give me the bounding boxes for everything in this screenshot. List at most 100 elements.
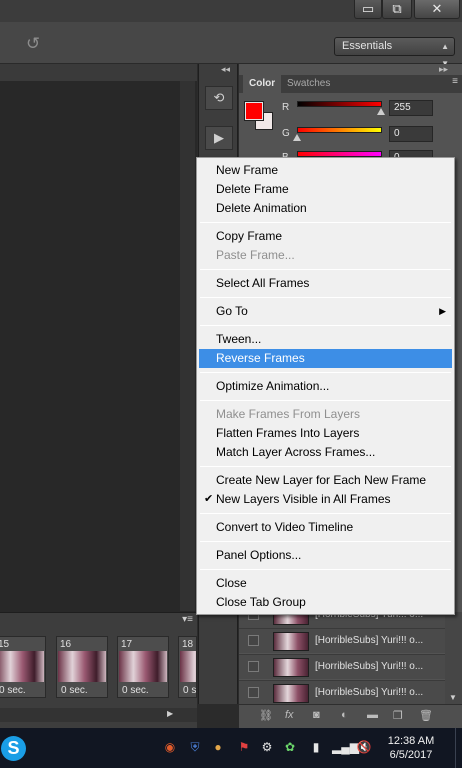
menu-item-select-all-frames[interactable]: Select All Frames bbox=[199, 274, 452, 293]
timeline-menu-icon[interactable]: ▾≡ bbox=[182, 614, 193, 625]
battery-icon[interactable]: ▮ bbox=[308, 739, 324, 755]
frame-number: 17 bbox=[121, 639, 133, 650]
visibility-toggle[interactable] bbox=[248, 687, 259, 698]
trash-icon[interactable]: 🗑 bbox=[419, 709, 433, 722]
clock-date: 6/5/2017 bbox=[389, 749, 433, 761]
menu-item-go-to[interactable]: Go To ▶ bbox=[199, 302, 452, 321]
menu-item-delete-animation[interactable]: Delete Animation bbox=[199, 199, 452, 218]
menu-item-copy-frame[interactable]: Copy Frame bbox=[199, 227, 452, 246]
menu-separator bbox=[200, 400, 451, 401]
frame-delay[interactable]: 0 sec. bbox=[183, 685, 196, 696]
menu-item-label: Tween... bbox=[216, 332, 262, 346]
timeline-scrollbar[interactable]: ▶ bbox=[0, 708, 197, 722]
menu-item-match-layer-across-frames[interactable]: Match Layer Across Frames... bbox=[199, 443, 452, 462]
red-slider-thumb[interactable] bbox=[377, 108, 385, 115]
menu-item-reverse-frames[interactable]: Reverse Frames bbox=[199, 349, 452, 368]
skype-taskbar-button[interactable]: S bbox=[0, 730, 27, 766]
new-layer-icon[interactable]: ❐ bbox=[393, 709, 403, 722]
signal-icon[interactable]: ▂▄▆ bbox=[332, 739, 359, 755]
menu-item-new-frame[interactable]: New Frame bbox=[199, 161, 452, 180]
taskbar-clock[interactable]: 12:38 AM 6/5/2017 bbox=[383, 734, 439, 762]
menu-item-flatten-frames-into-layers[interactable]: Flatten Frames Into Layers bbox=[199, 424, 452, 443]
timeline-frame[interactable]: 15 0 sec. bbox=[0, 636, 46, 698]
green-slider-thumb[interactable] bbox=[293, 134, 301, 141]
frame-thumbnail bbox=[180, 651, 196, 682]
collapse-icon[interactable]: ◂◂ bbox=[221, 64, 230, 75]
close-button[interactable]: ✕ bbox=[414, 0, 460, 19]
timeline-frame[interactable]: 17 0 sec. bbox=[117, 636, 169, 698]
submenu-arrow-icon: ▶ bbox=[439, 306, 446, 316]
menu-item-label: Reverse Frames bbox=[216, 351, 305, 365]
menu-item-new-layers-visible-in-all-frames[interactable]: ✔ New Layers Visible in All Frames bbox=[199, 490, 452, 509]
menu-item-convert-to-video-timeline[interactable]: Convert to Video Timeline bbox=[199, 518, 452, 537]
tray-app-icon[interactable]: ◉ bbox=[162, 739, 178, 755]
layer-style-icon[interactable]: fx bbox=[285, 709, 294, 721]
menu-item-label: Copy Frame bbox=[216, 229, 283, 243]
rotate-view-icon[interactable]: ↺ bbox=[26, 35, 44, 52]
collapse-panel-icon[interactable]: ▸▸ bbox=[439, 64, 448, 75]
layer-name: [HorribleSubs] Yuri!!! o... bbox=[315, 687, 424, 698]
layer-row[interactable]: [HorribleSubs] Yuri!!! o... bbox=[239, 628, 445, 653]
minimize-button[interactable]: ▭ bbox=[354, 0, 382, 19]
panel-menu-icon[interactable]: ≡ bbox=[452, 76, 458, 87]
frame-number: 18 bbox=[182, 639, 194, 650]
menu-separator bbox=[200, 569, 451, 570]
flag-icon[interactable]: ⚑ bbox=[236, 739, 252, 755]
menu-item-delete-frame[interactable]: Delete Frame bbox=[199, 180, 452, 199]
red-slider[interactable] bbox=[297, 101, 382, 107]
show-desktop-button[interactable] bbox=[455, 728, 462, 768]
timeline-frame[interactable]: 18 0 sec. bbox=[178, 636, 197, 698]
frame-thumbnail bbox=[119, 651, 167, 682]
windows-taskbar: S ◉ ⛨ ● ⚑ ⚙ ✿ ▮ ▂▄▆ 🔇 12:38 AM 6/5/2017 bbox=[0, 728, 462, 768]
history-icon[interactable]: ⟲ bbox=[205, 86, 233, 110]
options-bar: ↺ Essentials ▲▼ bbox=[0, 22, 462, 68]
menu-item-close[interactable]: Close bbox=[199, 574, 452, 593]
scroll-down-arrow-icon[interactable]: ▼ bbox=[449, 693, 457, 702]
network-app-icon[interactable]: ✿ bbox=[282, 739, 298, 755]
tab-color[interactable]: Color bbox=[243, 75, 282, 93]
visibility-toggle[interactable] bbox=[248, 635, 259, 646]
adjustment-layer-icon[interactable]: ◐ bbox=[341, 709, 348, 721]
scroll-right-arrow-icon[interactable]: ▶ bbox=[167, 709, 173, 718]
layer-row[interactable]: [HorribleSubs] Yuri!!! o... bbox=[239, 680, 445, 705]
menu-item-label: Match Layer Across Frames... bbox=[216, 445, 376, 459]
add-mask-icon[interactable]: ◙ bbox=[313, 709, 320, 721]
layer-name: [HorribleSubs] Yuri!!! o... bbox=[315, 635, 424, 646]
menu-item-label: Optimize Animation... bbox=[216, 379, 330, 393]
foreground-color-swatch[interactable] bbox=[244, 101, 264, 121]
menu-item-optimize-animation[interactable]: Optimize Animation... bbox=[199, 377, 452, 396]
frame-number: 15 bbox=[0, 639, 10, 650]
green-slider[interactable] bbox=[297, 127, 382, 133]
menu-separator bbox=[200, 297, 451, 298]
new-group-icon[interactable]: ▬ bbox=[367, 709, 378, 721]
menu-item-tween[interactable]: Tween... bbox=[199, 330, 452, 349]
frame-delay[interactable]: 0 sec. bbox=[0, 685, 26, 696]
volume-muted-icon[interactable]: 🔇 bbox=[356, 739, 372, 755]
menu-item-label: Close bbox=[216, 576, 247, 590]
timeline-frame[interactable]: 16 0 sec. bbox=[56, 636, 108, 698]
actions-play-icon[interactable]: ▶ bbox=[205, 126, 233, 150]
menu-item-create-new-layer-for-each-new-frame[interactable]: Create New Layer for Each New Frame bbox=[199, 471, 452, 490]
shield-icon[interactable]: ⛨ bbox=[187, 739, 203, 755]
layer-row[interactable]: [HorribleSubs] Yuri!!! o... bbox=[239, 654, 445, 679]
menu-item-label: Make Frames From Layers bbox=[216, 407, 361, 421]
visibility-toggle[interactable] bbox=[248, 661, 259, 672]
menu-item-close-tab-group[interactable]: Close Tab Group bbox=[199, 593, 452, 612]
menu-item-panel-options[interactable]: Panel Options... bbox=[199, 546, 452, 565]
tab-swatches[interactable]: Swatches bbox=[281, 75, 336, 93]
globe-icon[interactable]: ● bbox=[210, 739, 226, 755]
slider-label-r: R bbox=[282, 102, 290, 113]
layers-scrollbar[interactable]: ▼ bbox=[445, 612, 462, 704]
frame-delay[interactable]: 0 sec. bbox=[122, 685, 149, 696]
timeline-panel: ▾≡ 15 0 sec. 16 0 sec. 17 0 sec. 18 0 se… bbox=[0, 612, 197, 728]
green-value-field[interactable]: 0 bbox=[389, 126, 433, 142]
red-value-field[interactable]: 255 bbox=[389, 100, 433, 116]
workspace-select[interactable]: Essentials ▲▼ bbox=[334, 37, 455, 68]
maximize-button[interactable]: ⧉ bbox=[382, 0, 412, 19]
frame-delay[interactable]: 0 sec. bbox=[61, 685, 88, 696]
steam-icon[interactable]: ⚙ bbox=[259, 739, 275, 755]
document-scrollbar[interactable] bbox=[180, 81, 195, 611]
link-layers-icon[interactable]: ⛓ bbox=[259, 709, 273, 722]
menu-item-label: Panel Options... bbox=[216, 548, 302, 562]
skype-icon: S bbox=[1, 735, 26, 761]
